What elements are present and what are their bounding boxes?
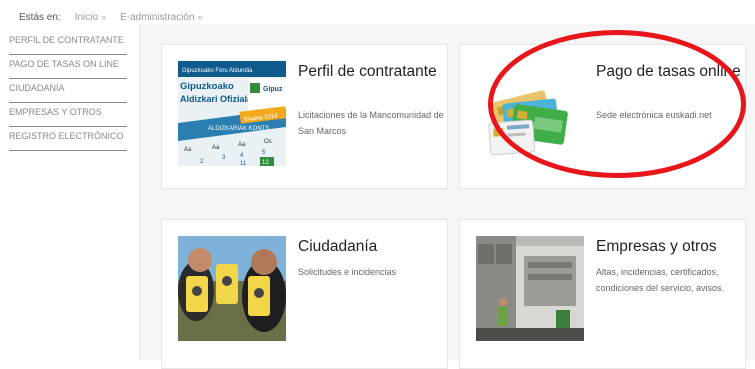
card-title[interactable]: Empresas y otros: [596, 238, 746, 256]
calendar-image: Gipuzkoako Foru Aldundia Gipuzkoako Aldi…: [178, 61, 286, 166]
card-title[interactable]: Pago de tasas online: [596, 63, 746, 81]
svg-text:12: 12: [262, 160, 269, 166]
sidebar-item-empresas[interactable]: EMPRESAS Y OTROS: [9, 103, 127, 127]
svg-text:Gipuz: Gipuz: [263, 86, 283, 93]
card-perfil-contratante[interactable]: Gipuzkoako Foru Aldundia Gipuzkoako Aldi…: [161, 44, 448, 189]
breadcrumb-separator: »: [197, 11, 203, 22]
card-title[interactable]: Perfil de contratante: [298, 63, 448, 81]
breadcrumb: Estás en: Inicio» E-administración»: [19, 9, 203, 25]
people-cups-thumbnail: [178, 236, 286, 341]
credit-cards-image: [476, 61, 584, 166]
breadcrumb-link-eadmin[interactable]: E-administración: [120, 12, 194, 23]
garbage-truck-image: [476, 236, 584, 341]
svg-text:Aa: Aa: [212, 145, 220, 151]
card-pago-tasas[interactable]: Pago de tasas online Sede electrónica eu…: [459, 44, 746, 189]
sidebar-item-registro[interactable]: REGISTRO ELECTRÓNICO: [9, 127, 127, 151]
credit-cards-thumbnail: [476, 61, 584, 166]
svg-text:Gipuzkoako Foru Aldundia: Gipuzkoako Foru Aldundia: [182, 68, 253, 74]
breadcrumb-link-inicio[interactable]: Inicio: [75, 12, 98, 23]
svg-text:Aa: Aa: [238, 142, 246, 148]
card-description: Licitaciones de la Mancomunidad de San M…: [298, 110, 444, 136]
svg-text:ALDIZKARIAK KONTS: ALDIZKARIAK KONTS: [208, 126, 269, 132]
card-description: Solicitudes e incidencias: [298, 267, 397, 277]
svg-text:Os: Os: [264, 139, 272, 145]
garbage-truck-thumbnail: [476, 236, 584, 341]
sidebar-nav: PERFIL DE CONTRATANTE PAGO DE TASAS ON L…: [9, 31, 127, 151]
card-ciudadania[interactable]: Ciudadanía Solicitudes e incidencias: [161, 219, 448, 369]
svg-text:11: 11: [240, 161, 247, 166]
card-empresas[interactable]: Empresas y otros Altas, incidencias, cer…: [459, 219, 746, 369]
svg-text:Gipuzkoako: Gipuzkoako: [180, 81, 234, 92]
card-title[interactable]: Ciudadanía: [298, 238, 448, 256]
breadcrumb-separator: »: [101, 11, 107, 22]
sidebar-item-pago-tasas[interactable]: PAGO DE TASAS ON LINE: [9, 55, 127, 79]
sidebar-item-perfil-contratante[interactable]: PERFIL DE CONTRATANTE: [9, 31, 127, 55]
svg-text:Aa: Aa: [184, 147, 192, 153]
breadcrumb-label: Estás en:: [19, 11, 61, 23]
card-description: Sede electrónica euskadi.net: [596, 110, 712, 120]
breadcrumb-item-eadmin[interactable]: E-administración»: [120, 12, 203, 23]
calendar-thumbnail: Gipuzkoako Foru Aldundia Gipuzkoako Aldi…: [178, 61, 286, 166]
people-cups-image: [178, 236, 286, 341]
sidebar-item-ciudadania[interactable]: CIUDADANÍA: [9, 79, 127, 103]
card-description: Altas, incidencias, certificados, condic…: [596, 267, 725, 293]
breadcrumb-item-inicio[interactable]: Inicio»: [75, 12, 106, 23]
svg-text:Aldizkari Ofiziala: Aldizkari Ofiziala: [180, 94, 253, 104]
